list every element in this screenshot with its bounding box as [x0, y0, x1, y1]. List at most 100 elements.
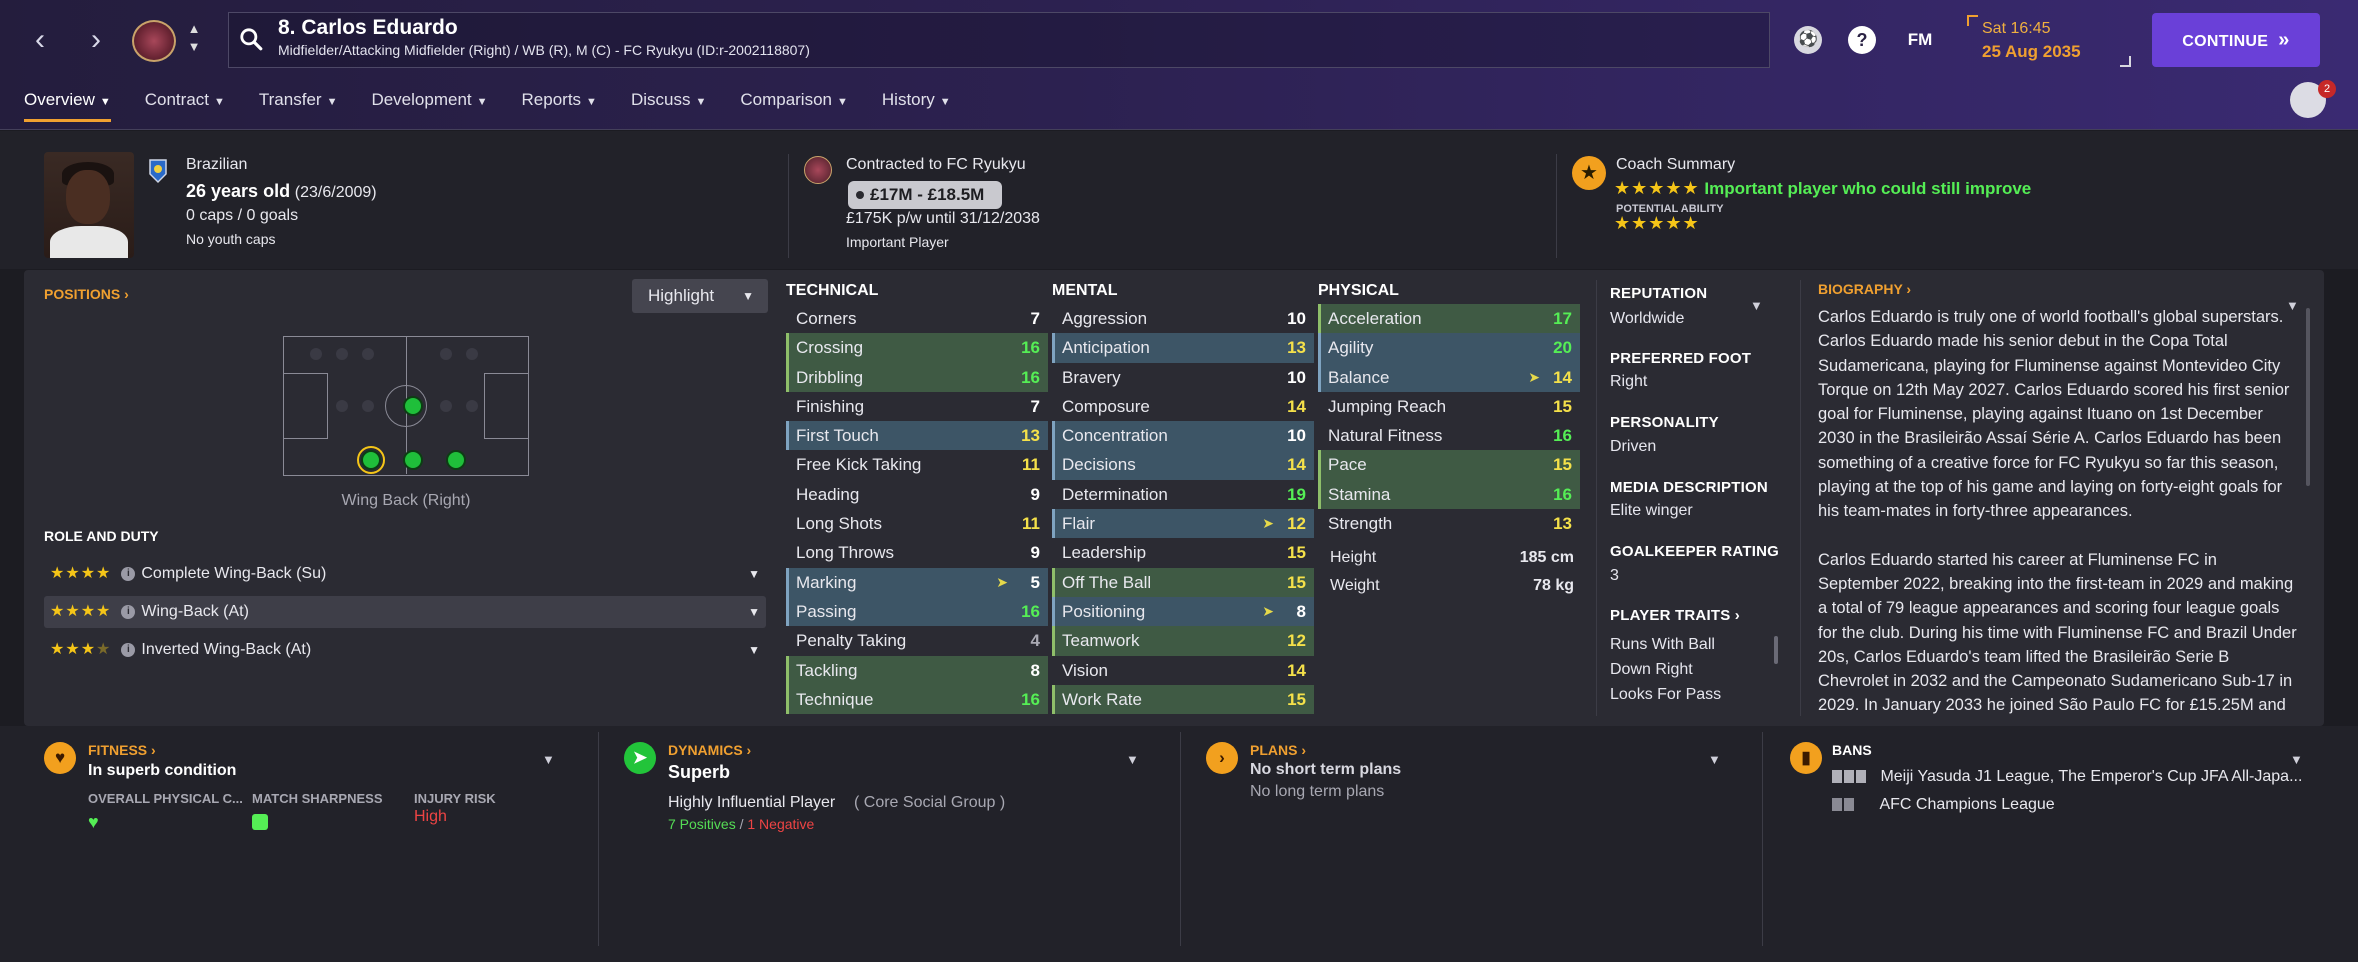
attribute-row[interactable]: Long Shots 11 — [786, 509, 1048, 538]
info-icon[interactable]: i — [121, 566, 136, 581]
search-icon[interactable] — [238, 26, 264, 52]
highlight-dropdown[interactable]: Highlight ▼ — [632, 279, 768, 313]
goalkeeper-rating-label: GOALKEEPER RATING — [1610, 543, 1779, 560]
attribute-row[interactable]: Dribbling 16 — [786, 362, 1048, 392]
tab-transfer[interactable]: Transfer ▼ — [259, 88, 338, 122]
trait-item[interactable]: Looks For Pass — [1610, 686, 1721, 704]
tab-history[interactable]: History ▼ — [882, 88, 951, 122]
positions-link[interactable]: POSITIONS › — [44, 286, 129, 302]
role-row[interactable]: ★★★★ i Inverted Wing-Back (At) ▼ — [44, 634, 766, 666]
long-term-plans: No long term plans — [1250, 783, 1385, 800]
fitness-link[interactable]: FITNESS › — [88, 742, 156, 758]
attribute-row[interactable]: Tackling 8 — [786, 655, 1048, 685]
attribute-row[interactable]: Work Rate 15 — [1052, 684, 1314, 715]
attribute-row[interactable]: Determination 19 — [1052, 480, 1314, 509]
attribute-row[interactable]: Aggression 10 — [1052, 304, 1314, 333]
attribute-row[interactable]: Finishing 7 — [786, 392, 1048, 421]
attribute-row[interactable]: Bravery 10 — [1052, 363, 1314, 392]
attribute-row[interactable]: Agility 20 — [1318, 333, 1580, 363]
chevron-down-icon[interactable]: ▼ — [542, 752, 555, 767]
attribute-row[interactable]: Crossing 16 — [786, 333, 1048, 363]
current-date[interactable]: 25 Aug 2035 — [1982, 42, 2081, 62]
attribute-row[interactable]: Decisions 14 — [1052, 450, 1314, 480]
nation-flag-icon[interactable] — [148, 158, 168, 184]
attribute-row[interactable]: Penalty Taking 4 — [786, 626, 1048, 655]
tab-reports[interactable]: Reports ▼ — [522, 88, 597, 122]
attribute-row[interactable]: Corners 7 — [786, 304, 1048, 333]
biography-scrollbar[interactable] — [2306, 308, 2310, 486]
position-m-r[interactable] — [446, 450, 466, 470]
notification-badge: 2 — [2318, 80, 2336, 98]
info-icon[interactable]: i — [121, 604, 136, 619]
continue-button[interactable]: CONTINUE» — [2152, 13, 2320, 67]
attribute-row[interactable]: Balance ➤ 14 — [1318, 362, 1580, 392]
role-row[interactable]: ★★★★ i Complete Wing-Back (Su) ▼ — [44, 558, 766, 590]
trait-item[interactable]: Runs With Ball — [1610, 636, 1715, 654]
potential-ability-stars: ★★★★★ — [1614, 213, 1700, 233]
attribute-row[interactable]: Concentration 10 — [1052, 421, 1314, 451]
attribute-row[interactable]: Strength 13 — [1318, 509, 1580, 538]
chevron-down-icon[interactable]: ▼ — [748, 558, 760, 590]
traits-scrollbar[interactable] — [1774, 636, 1778, 664]
role-row[interactable]: ★★★★ i Wing-Back (At) ▼ — [44, 596, 766, 628]
fm-menu-button[interactable]: FM — [1900, 26, 1940, 54]
help-icon[interactable]: ? — [1848, 26, 1876, 54]
attribute-row[interactable]: Leadership 15 — [1052, 538, 1314, 567]
attribute-row[interactable]: Positioning ➤ 8 — [1052, 596, 1314, 627]
tab-contract[interactable]: Contract ▼ — [145, 88, 225, 122]
attribute-row[interactable]: Stamina 16 — [1318, 479, 1580, 510]
attribute-name: Free Kick Taking — [796, 455, 922, 475]
position-am-c[interactable] — [403, 396, 423, 416]
chevron-down-icon[interactable]: ▼ — [1708, 752, 1721, 767]
attribute-row[interactable]: Anticipation 13 — [1052, 333, 1314, 363]
attribute-row[interactable]: Passing 16 — [786, 596, 1048, 627]
current-time[interactable]: Sat 16:45 — [1982, 20, 2051, 38]
chevron-down-icon[interactable]: ▼ — [2290, 752, 2303, 767]
ban-row: AFC Champions League — [1832, 796, 2055, 814]
attribute-row[interactable]: Long Throws 9 — [786, 538, 1048, 567]
player-switch-arrows[interactable]: ▲ ▼ — [186, 20, 202, 56]
attribute-row[interactable]: First Touch 13 — [786, 421, 1048, 451]
attribute-row[interactable]: Teamwork 12 — [1052, 626, 1314, 656]
position-wb-r[interactable] — [361, 450, 381, 470]
contract-club[interactable]: Contracted to FC Ryukyu — [846, 156, 1026, 174]
tab-discuss[interactable]: Discuss ▼ — [631, 88, 706, 122]
position-m-c[interactable] — [403, 450, 423, 470]
negatives-count[interactable]: 1 Negative — [747, 816, 814, 832]
attribute-row[interactable]: Free Kick Taking 11 — [786, 450, 1048, 479]
attribute-row[interactable]: Vision 14 — [1052, 656, 1314, 685]
attribute-row[interactable]: Pace 15 — [1318, 450, 1580, 480]
player-traits-link[interactable]: PLAYER TRAITS › — [1610, 607, 1740, 624]
dynamics-link[interactable]: DYNAMICS › — [668, 742, 751, 758]
trait-item[interactable]: Down Right — [1610, 661, 1693, 679]
biography-link[interactable]: BIOGRAPHY › — [1818, 281, 1911, 297]
chevron-down-icon[interactable]: ▼ — [748, 596, 760, 628]
attribute-row[interactable]: Flair ➤ 12 — [1052, 509, 1314, 539]
tab-comparison[interactable]: Comparison ▼ — [740, 88, 848, 122]
chevron-down-icon[interactable]: ▼ — [1126, 752, 1139, 767]
plans-link[interactable]: PLANS › — [1250, 742, 1306, 758]
club-badge-icon[interactable] — [804, 156, 832, 184]
transfer-value-pill[interactable]: £17M - £18.5M — [848, 181, 1002, 209]
attribute-row[interactable]: Technique 16 — [786, 684, 1048, 715]
divider — [1762, 732, 1763, 946]
attribute-row[interactable]: Composure 14 — [1052, 392, 1314, 421]
tab-development[interactable]: Development ▼ — [371, 88, 487, 122]
attribute-row[interactable]: Off The Ball 15 — [1052, 567, 1314, 597]
back-icon[interactable]: ‹ — [22, 22, 58, 58]
info-icon[interactable]: i — [121, 642, 136, 657]
football-icon[interactable]: ⚽ — [1794, 26, 1822, 54]
club-crest[interactable] — [132, 20, 176, 62]
attribute-row[interactable]: Natural Fitness 16 — [1318, 421, 1580, 450]
chevron-down-icon[interactable]: ▼ — [1750, 298, 1763, 313]
attribute-row[interactable]: Heading 9 — [786, 480, 1048, 509]
positives-count[interactable]: 7 Positives — [668, 816, 736, 832]
forward-icon[interactable]: › — [78, 22, 114, 58]
attribute-row[interactable]: Marking ➤ 5 — [786, 567, 1048, 597]
chevron-down-icon[interactable]: ▼ — [748, 634, 760, 666]
attribute-row[interactable]: Acceleration 17 — [1318, 304, 1580, 334]
nationality[interactable]: Brazilian — [186, 156, 247, 174]
attribute-row[interactable]: Jumping Reach 15 — [1318, 392, 1580, 421]
tab-overview[interactable]: Overview ▼ — [24, 88, 111, 122]
attribute-name: Off The Ball — [1062, 572, 1152, 592]
